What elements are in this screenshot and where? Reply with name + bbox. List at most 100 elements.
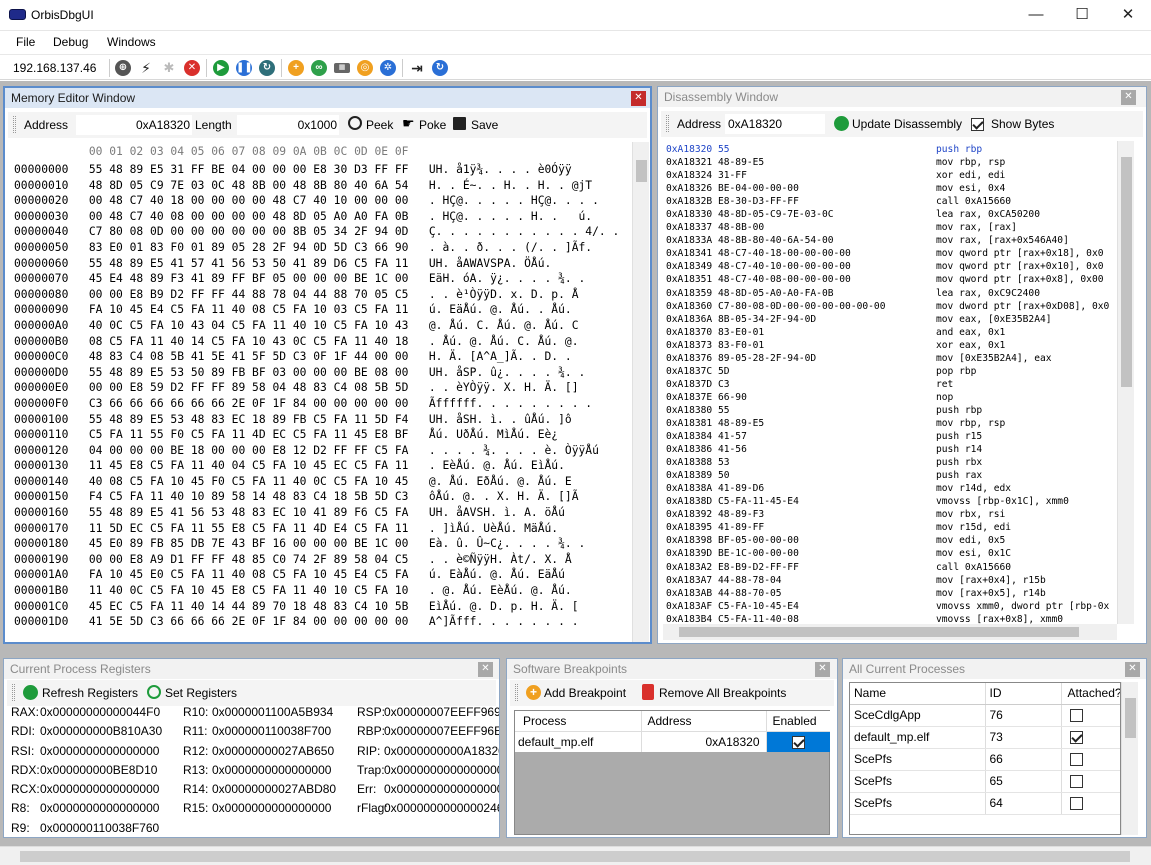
register-value[interactable]: 0x0000000000000000 (40, 782, 159, 796)
hex-row[interactable]: 00000070 45 E4 48 89 F3 41 89 FF BF 05 0… (14, 271, 619, 287)
breakpoints-close-icon[interactable]: ✕ (815, 662, 830, 677)
exit-icon[interactable]: ⇥ (409, 60, 425, 76)
disasm-line[interactable]: 0xA1838A 41-89-D6 mov r14d, edx (666, 482, 1116, 495)
processes-scroll-thumb[interactable] (1125, 698, 1136, 738)
hex-row[interactable]: 000000D0 55 48 89 E5 53 50 89 FB BF 03 0… (14, 365, 619, 381)
proc-col-attached[interactable]: Attached? (1061, 683, 1120, 705)
keyboard-icon[interactable]: ▦ (334, 63, 350, 73)
disasm-line[interactable]: 0xA18324 31-FF xor edi, edi (666, 169, 1116, 182)
process-id-cell[interactable]: 66 (985, 748, 1062, 771)
table-row[interactable]: SceCdlgApp 76 (850, 704, 1120, 727)
disasm-line[interactable]: 0xA18388 53 push rbx (666, 456, 1116, 469)
processes-close-icon[interactable]: ✕ (1125, 662, 1140, 677)
hex-row[interactable]: 000001A0 FA 10 45 E0 C5 FA 11 40 08 C5 F… (14, 567, 619, 583)
minimize-button[interactable]: — (1013, 0, 1059, 30)
attached-checkbox[interactable] (1069, 753, 1083, 767)
disasm-line[interactable]: 0xA1832B E8-30-D3-FF-FF call 0xA15660 (666, 195, 1116, 208)
process-id-cell[interactable]: 65 (985, 770, 1062, 793)
hex-row[interactable]: 00000050 83 E0 01 83 F0 01 89 05 28 2F 9… (14, 240, 619, 256)
tools-icon[interactable]: ✲ (380, 60, 396, 76)
register-value[interactable]: 0x0000000000000000 (384, 763, 499, 777)
bp-col-process[interactable]: Process (515, 711, 642, 732)
bp-col-enabled[interactable]: Enabled (766, 711, 830, 732)
hex-row[interactable]: 000000A0 40 0C C5 FA 10 43 04 C5 FA 11 4… (14, 318, 619, 334)
process-attached-cell[interactable] (1061, 792, 1120, 815)
bp-enabled-checkbox[interactable] (791, 735, 805, 749)
hex-row[interactable]: 00000060 55 48 89 E5 41 57 41 56 53 50 4… (14, 256, 619, 272)
disasm-line[interactable]: 0xA183A2 E8-B9-D2-FF-FF call 0xA15660 (666, 561, 1116, 574)
main-hscroll-thumb[interactable] (20, 851, 1130, 862)
disasm-line[interactable]: 0xA1837D C3 ret (666, 378, 1116, 391)
menu-file[interactable]: File (16, 35, 35, 49)
pause-icon[interactable]: ❚❚ (236, 60, 253, 76)
attached-checkbox[interactable] (1069, 775, 1083, 789)
disasm-line[interactable]: 0xA18330 48-8D-05-C9-7E-03-0C lea rax, 0x… (666, 208, 1116, 221)
add-icon[interactable]: + (288, 60, 304, 76)
register-value[interactable]: 0x00000007EEFF9698 (384, 705, 499, 719)
bp-enabled-cell[interactable] (766, 731, 830, 752)
menu-windows[interactable]: Windows (107, 35, 156, 49)
disasm-close-icon[interactable]: ✕ (1121, 90, 1136, 105)
play-icon[interactable]: ▶ (213, 60, 229, 76)
disasm-line[interactable]: 0xA18398 BF-05-00-00-00 mov edi, 0x5 (666, 534, 1116, 547)
disasm-line[interactable]: 0xA18389 50 push rax (666, 469, 1116, 482)
disasm-line[interactable]: 0xA18376 89-05-28-2F-94-0D mov [0xE35B2A4… (666, 352, 1116, 365)
process-id-cell[interactable]: 64 (985, 792, 1062, 815)
disconnect-icon[interactable]: ✱ (161, 60, 177, 76)
hex-row[interactable]: 000000E0 00 00 E8 59 D2 FF FF 89 58 04 4… (14, 380, 619, 396)
disasm-line[interactable]: 0xA18373 83-F0-01 xor eax, 0x1 (666, 339, 1116, 352)
hex-row[interactable]: 000000C0 48 83 C4 08 5B 41 5E 41 5F 5D C… (14, 349, 619, 365)
hex-row[interactable]: 000000F0 C3 66 66 66 66 66 66 2E 0F 1F 8… (14, 396, 619, 412)
poke-button[interactable]: Poke (419, 118, 446, 132)
register-value[interactable]: 0x00000000027ABD80 (212, 782, 336, 796)
disasm-line[interactable]: 0xA18349 48-C7-40-10-00-00-00-00 mov qwor… (666, 260, 1116, 273)
hex-row[interactable]: 00000150 F4 C5 FA 11 40 10 89 58 14 48 8… (14, 489, 619, 505)
register-value[interactable]: 0x00000007EEFF96E0 (384, 724, 499, 738)
hex-row[interactable]: 000001B0 11 40 0C C5 FA 10 45 E8 C5 FA 1… (14, 583, 619, 599)
link-icon[interactable]: ∞ (311, 60, 327, 76)
step-icon[interactable]: ↻ (259, 60, 275, 76)
process-attached-cell[interactable] (1061, 704, 1120, 727)
table-row[interactable]: ScePfs 65 (850, 770, 1120, 793)
memory-close-icon[interactable]: ✕ (631, 91, 646, 106)
disasm-line[interactable]: 0xA1837C 5D pop rbp (666, 365, 1116, 378)
plug-icon[interactable]: ⚡ (138, 60, 154, 76)
bp-address-cell[interactable]: 0xA18320 (641, 731, 767, 752)
registers-close-icon[interactable]: ✕ (478, 662, 493, 677)
table-row[interactable]: ScePfs 64 (850, 792, 1120, 815)
process-name-cell[interactable]: ScePfs (850, 792, 986, 815)
disasm-hscroll-thumb[interactable] (679, 627, 1079, 637)
hex-row[interactable]: 00000040 C7 80 08 0D 00 00 00 00 00 00 8… (14, 224, 619, 240)
proc-col-id[interactable]: ID (985, 683, 1062, 705)
register-value[interactable]: 0x00000000027AB650 (212, 744, 334, 758)
hex-row[interactable]: 00000160 55 48 89 E5 41 56 53 48 83 EC 1… (14, 505, 619, 521)
disasm-line[interactable]: 0xA18386 41-56 push r14 (666, 443, 1116, 456)
disasm-line[interactable]: 0xA18381 48-89-E5 mov rbp, rsp (666, 417, 1116, 430)
attached-checkbox[interactable] (1069, 731, 1083, 745)
disasm-line[interactable]: 0xA183AB 44-88-70-05 mov [rax+0x5], r14b (666, 587, 1116, 600)
bp-process-cell[interactable]: default_mp.elf (515, 731, 642, 752)
process-id-cell[interactable]: 73 (985, 726, 1062, 749)
process-name-cell[interactable]: ScePfs (850, 748, 986, 771)
disasm-line[interactable]: 0xA1833A 48-8B-80-40-6A-54-00 mov rax, [r… (666, 234, 1116, 247)
processes-scrollbar[interactable] (1121, 682, 1138, 835)
disasm-view[interactable]: 0xA18320 55 push rbp 0xA18321 48-89-E5 mov … (663, 141, 1117, 624)
main-hscrollbar[interactable] (0, 846, 1151, 865)
disasm-line[interactable]: 0xA1837E 66-90 nop (666, 391, 1116, 404)
memory-address-input[interactable]: 0xA18320 (76, 115, 192, 135)
proc-col-name[interactable]: Name (850, 683, 986, 705)
register-value[interactable]: 0x000000000B810A30 (40, 724, 162, 738)
hex-row[interactable]: 000000B0 08 C5 FA 11 40 14 C5 FA 10 43 0… (14, 334, 619, 350)
disasm-vscroll-thumb[interactable] (1121, 157, 1132, 387)
hex-row[interactable]: 00000190 00 00 E8 A9 D1 FF FF 48 85 C0 7… (14, 552, 619, 568)
hex-row[interactable]: 00000130 11 45 E8 C5 FA 11 40 04 C5 FA 1… (14, 458, 619, 474)
gamepad-icon[interactable]: ⊕ (115, 60, 131, 76)
table-row[interactable]: default_mp.elf 0xA18320 (515, 731, 830, 752)
close-button[interactable]: ✕ (1105, 0, 1151, 30)
hex-row[interactable]: 00000170 11 5D EC C5 FA 11 55 E8 C5 FA 1… (14, 521, 619, 537)
hex-row[interactable]: 00000080 00 00 E8 B9 D2 FF FF 44 88 78 0… (14, 287, 619, 303)
save-button[interactable]: Save (471, 118, 498, 132)
ip-address-input[interactable]: 192.168.137.46 (9, 59, 107, 77)
register-value[interactable]: 0x000000000BE8D10 (40, 763, 157, 777)
register-value[interactable]: 0x000000110038F760 (40, 821, 159, 835)
